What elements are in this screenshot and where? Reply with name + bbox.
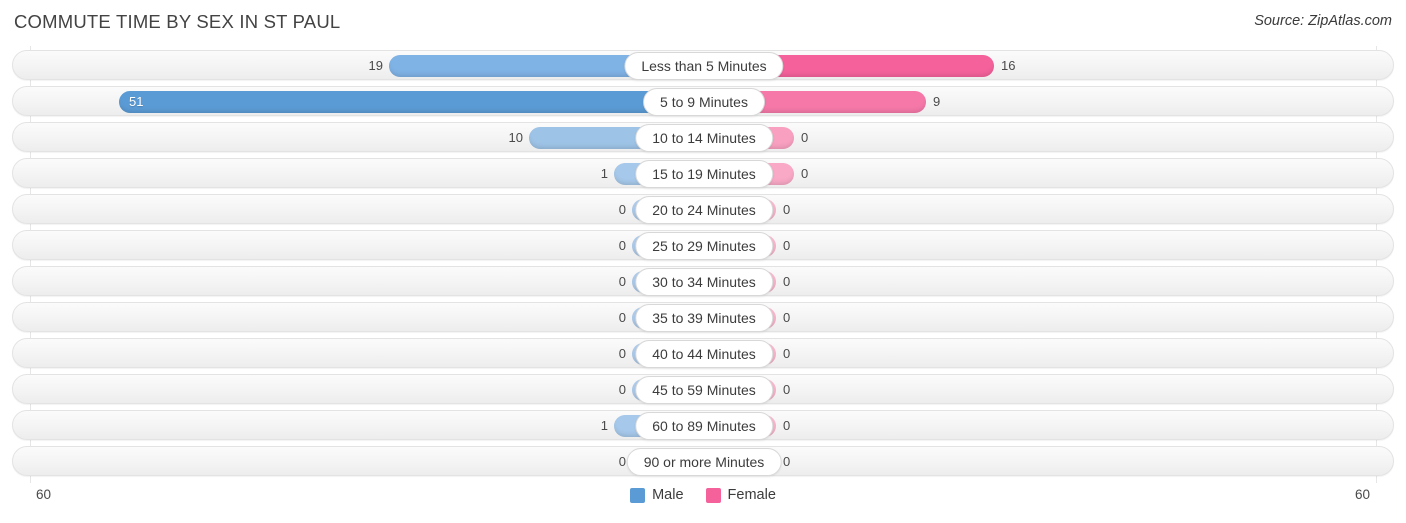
category-label: 45 to 59 Minutes bbox=[635, 376, 773, 404]
table-row[interactable]: 0 0 40 to 44 Minutes bbox=[12, 338, 1394, 368]
female-value-label: 0 bbox=[801, 166, 809, 181]
male-value-label: 1 bbox=[600, 418, 608, 433]
table-row[interactable]: 19 16 Less than 5 Minutes bbox=[12, 50, 1394, 80]
female-value-label: 0 bbox=[783, 310, 791, 325]
category-label: 15 to 19 Minutes bbox=[635, 160, 773, 188]
table-row[interactable]: 0 0 30 to 34 Minutes bbox=[12, 266, 1394, 296]
table-row[interactable]: 1 0 60 to 89 Minutes bbox=[12, 410, 1394, 440]
category-label: Less than 5 Minutes bbox=[624, 52, 784, 80]
source-attribution: Source: ZipAtlas.com bbox=[1254, 13, 1392, 29]
category-label: 60 to 89 Minutes bbox=[635, 412, 773, 440]
category-label: 10 to 14 Minutes bbox=[635, 124, 773, 152]
category-label: 90 or more Minutes bbox=[626, 448, 782, 476]
male-value-label: 0 bbox=[618, 382, 626, 397]
category-label: 30 to 34 Minutes bbox=[635, 268, 773, 296]
table-row[interactable]: 51 9 5 to 9 Minutes bbox=[12, 86, 1394, 116]
category-label: 40 to 44 Minutes bbox=[635, 340, 773, 368]
table-row[interactable]: 10 0 10 to 14 Minutes bbox=[12, 122, 1394, 152]
female-value-label: 16 bbox=[1001, 58, 1016, 73]
male-value-label: 0 bbox=[618, 310, 626, 325]
chart-footer: 60 60 Male Female bbox=[0, 483, 1406, 523]
category-label: 25 to 29 Minutes bbox=[635, 232, 773, 260]
female-value-label: 9 bbox=[933, 94, 941, 109]
male-value-label: 0 bbox=[618, 346, 626, 361]
plot-area: 19 16 Less than 5 Minutes 51 9 5 to 9 Minutes… bbox=[0, 46, 1406, 483]
male-value-label: 0 bbox=[618, 202, 626, 217]
chart-legend: Male Female bbox=[0, 487, 1406, 503]
table-row[interactable]: 0 0 90 or more Minutes bbox=[12, 446, 1394, 476]
legend-item[interactable]: Female bbox=[705, 487, 776, 503]
chart-header: COMMUTE TIME BY SEX IN ST PAUL Source: Z… bbox=[0, 0, 1406, 46]
category-label: 35 to 39 Minutes bbox=[635, 304, 773, 332]
table-row[interactable]: 1 0 15 to 19 Minutes bbox=[12, 158, 1394, 188]
male-bar[interactable] bbox=[119, 91, 704, 113]
female-value-label: 0 bbox=[783, 202, 791, 217]
male-value-label: 0 bbox=[618, 274, 626, 289]
legend-label: Female bbox=[727, 487, 776, 503]
female-value-label: 0 bbox=[783, 274, 791, 289]
female-value-label: 0 bbox=[783, 346, 791, 361]
male-value-label: 51 bbox=[129, 94, 144, 109]
female-value-label: 0 bbox=[783, 382, 791, 397]
female-value-label: 0 bbox=[783, 454, 791, 469]
male-value-label: 19 bbox=[368, 58, 383, 73]
page-title: COMMUTE TIME BY SEX IN ST PAUL bbox=[14, 11, 341, 32]
table-row[interactable]: 0 0 45 to 59 Minutes bbox=[12, 374, 1394, 404]
male-value-label: 1 bbox=[600, 166, 608, 181]
bar-rows-container: 19 16 Less than 5 Minutes 51 9 5 to 9 Minutes… bbox=[0, 46, 1406, 482]
legend-swatch-icon bbox=[630, 487, 646, 503]
legend-item[interactable]: Male bbox=[630, 487, 684, 503]
table-row[interactable]: 0 0 25 to 29 Minutes bbox=[12, 230, 1394, 260]
category-label: 20 to 24 Minutes bbox=[635, 196, 773, 224]
chart-root: COMMUTE TIME BY SEX IN ST PAUL Source: Z… bbox=[0, 0, 1406, 523]
male-value-label: 10 bbox=[508, 130, 523, 145]
legend-label: Male bbox=[652, 487, 684, 503]
table-row[interactable]: 0 0 35 to 39 Minutes bbox=[12, 302, 1394, 332]
male-value-label: 0 bbox=[618, 238, 626, 253]
female-value-label: 0 bbox=[783, 238, 791, 253]
male-value-label: 0 bbox=[618, 454, 626, 469]
category-label: 5 to 9 Minutes bbox=[643, 88, 765, 116]
female-value-label: 0 bbox=[783, 418, 791, 433]
female-value-label: 0 bbox=[801, 130, 809, 145]
legend-swatch-icon bbox=[705, 487, 721, 503]
table-row[interactable]: 0 0 20 to 24 Minutes bbox=[12, 194, 1394, 224]
